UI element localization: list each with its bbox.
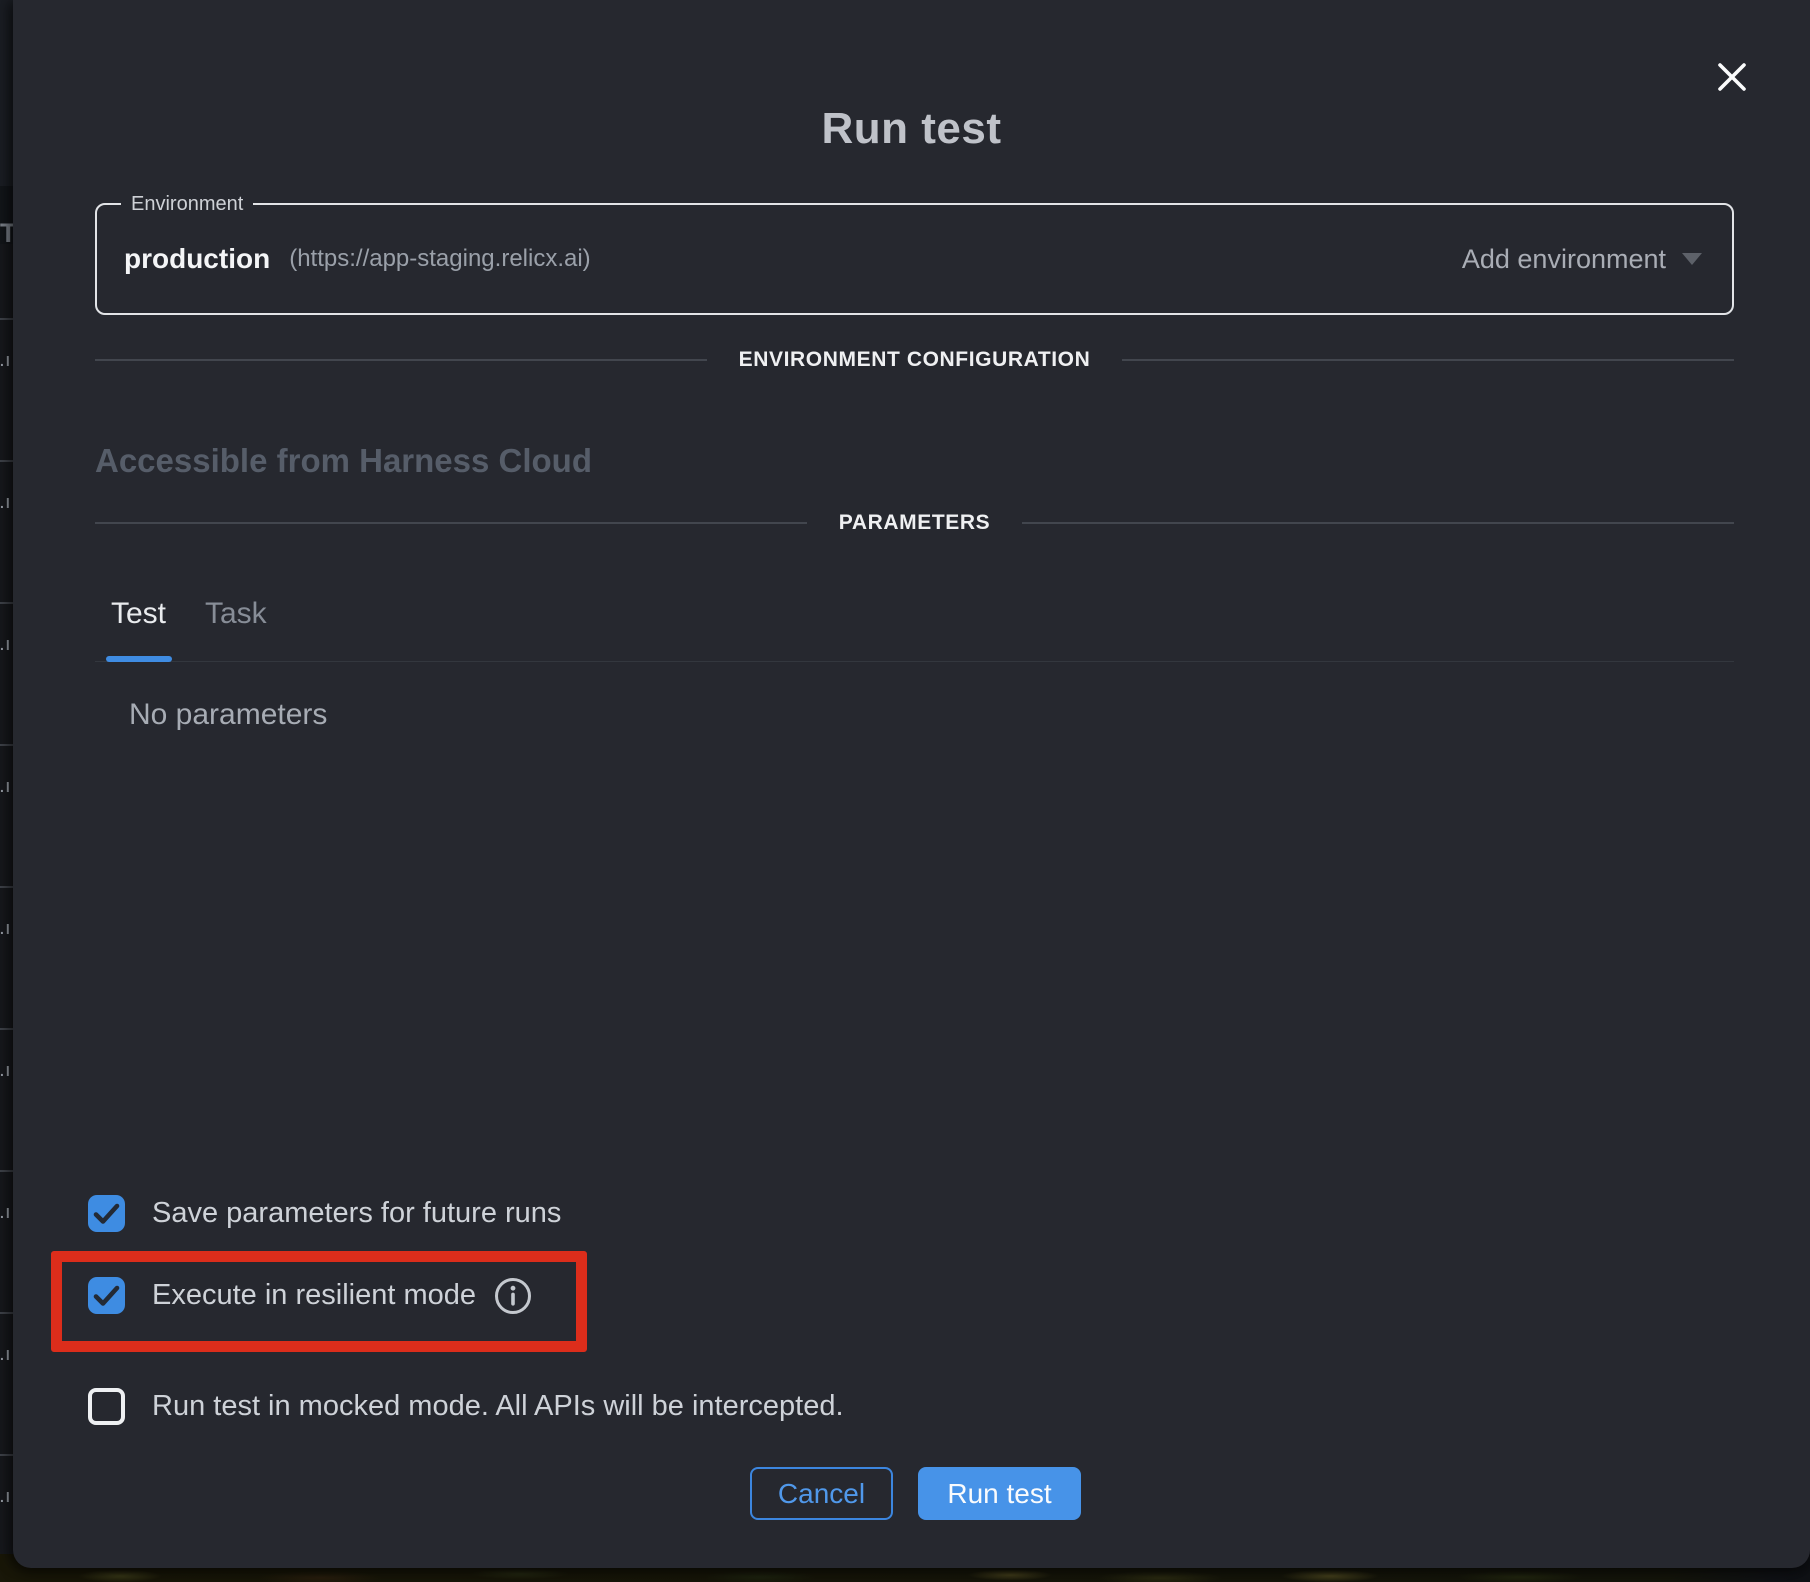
background-row-divider xyxy=(0,1454,13,1456)
divider-line xyxy=(95,522,807,524)
no-parameters-text: No parameters xyxy=(129,698,327,732)
chevron-down-icon xyxy=(1682,253,1702,265)
tab-strip-border xyxy=(95,661,1734,662)
background-sidebar-sliver: T .l l .l l .l l .l l .l l .l l .l l .l … xyxy=(0,0,13,1582)
environment-configuration-heading: ENVIRONMENT CONFIGURATION xyxy=(707,348,1123,372)
divider-line xyxy=(1022,522,1734,524)
background-row-divider xyxy=(0,602,13,604)
save-parameters-checkbox[interactable] xyxy=(88,1195,125,1232)
environment-field[interactable]: Environment production (https://app-stag… xyxy=(95,203,1734,315)
background-block xyxy=(0,0,13,186)
save-parameters-label: Save parameters for future runs xyxy=(152,1195,561,1232)
add-environment-dropdown[interactable]: Add environment xyxy=(1462,205,1702,313)
background-text-fragment: .l l xyxy=(0,496,13,510)
background-text-fragment: .l l xyxy=(0,1348,13,1362)
run-test-dialog: Run test Environment production (https:/… xyxy=(13,0,1810,1568)
parameters-heading: PARAMETERS xyxy=(807,511,1022,535)
background-text-fragment: .l l xyxy=(0,922,13,936)
environment-selected-row: production (https://app-staging.relicx.a… xyxy=(124,205,591,313)
background-row-divider xyxy=(0,318,13,320)
background-row-divider xyxy=(0,1028,13,1030)
background-text-fragment: .l l xyxy=(0,1064,13,1078)
close-icon xyxy=(1711,86,1753,101)
mocked-mode-label: Run test in mocked mode. All APIs will b… xyxy=(152,1388,844,1425)
background-row-divider xyxy=(0,1312,13,1314)
environment-configuration-divider: ENVIRONMENT CONFIGURATION xyxy=(95,348,1734,372)
accessible-from-harness-cloud-note: Accessible from Harness Cloud xyxy=(95,442,592,480)
close-button[interactable] xyxy=(1709,54,1755,100)
background-text-fragment: .l l xyxy=(0,1490,13,1504)
resilient-mode-checkbox[interactable] xyxy=(88,1277,125,1314)
background-row-divider xyxy=(0,460,13,462)
resilient-mode-label: Execute in resilient mode xyxy=(152,1277,476,1314)
screen: T .l l .l l .l l .l l .l l .l l .l l .l … xyxy=(0,0,1810,1582)
background-text-fragment: .l l xyxy=(0,354,13,368)
info-icon[interactable] xyxy=(492,1275,534,1317)
background-row-divider xyxy=(0,744,13,746)
background-row-divider xyxy=(0,886,13,888)
parameters-divider: PARAMETERS xyxy=(95,511,1734,535)
environment-value: production xyxy=(124,243,270,275)
divider-line xyxy=(95,359,707,361)
background-text-fragment: T xyxy=(0,218,13,248)
background-text-fragment: .l l xyxy=(0,638,13,652)
add-environment-label: Add environment xyxy=(1462,244,1666,275)
active-tab-indicator xyxy=(106,656,172,662)
tab-test[interactable]: Test xyxy=(111,597,166,631)
background-row-divider xyxy=(0,1170,13,1172)
tab-task[interactable]: Task xyxy=(205,597,267,631)
run-test-button[interactable]: Run test xyxy=(918,1467,1081,1520)
cancel-button[interactable]: Cancel xyxy=(750,1467,893,1520)
parameters-tabs: Test Task xyxy=(95,580,1734,664)
environment-url: (https://app-staging.relicx.ai) xyxy=(289,245,590,273)
mocked-mode-checkbox[interactable] xyxy=(88,1388,125,1425)
background-text-fragment: .l l xyxy=(0,1206,13,1220)
checkmark-icon xyxy=(88,1277,125,1314)
checkmark-icon xyxy=(88,1195,125,1232)
dialog-title: Run test xyxy=(13,104,1810,154)
divider-line xyxy=(1122,359,1734,361)
background-text-fragment: .l l xyxy=(0,780,13,794)
